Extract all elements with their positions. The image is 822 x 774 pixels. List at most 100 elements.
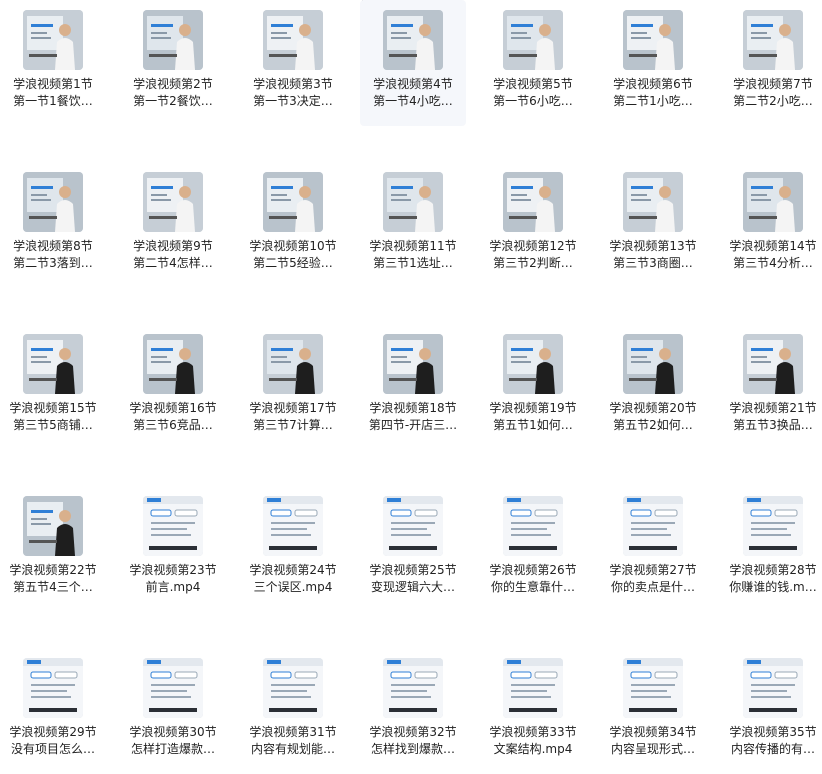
file-name-line2: 第一节4小吃… (373, 94, 453, 108)
lecture-video-thumbnail (263, 10, 323, 70)
slide-thumbnail (743, 496, 803, 556)
file-name: 学浪视频第27节 你的卖点是什… (600, 562, 706, 596)
file-name: 学浪视频第17节 第三节7计算… (240, 400, 346, 434)
file-name-line2: 第三节7计算… (253, 418, 333, 432)
video-file-item[interactable]: 学浪视频第2节 第一节2餐饮… (120, 0, 226, 126)
file-name: 学浪视频第14节 第三节4分析… (720, 238, 822, 272)
video-file-item[interactable]: 学浪视频第10节 第二节5经验… (240, 162, 346, 288)
file-name: 学浪视频第24节 三个误区.mp4 (240, 562, 346, 596)
file-name-line1: 学浪视频第8节 (13, 239, 93, 253)
video-file-item[interactable]: 学浪视频第19节 第五节1如何… (480, 324, 586, 450)
file-name-line1: 学浪视频第31节 (249, 725, 337, 739)
file-name-line1: 学浪视频第10节 (249, 239, 337, 253)
video-file-item[interactable]: 学浪视频第4节 第一节4小吃… (360, 0, 466, 126)
lecture-video-thumbnail (383, 10, 443, 70)
video-file-item[interactable]: 学浪视频第13节 第三节3商圈… (600, 162, 706, 288)
file-name: 学浪视频第29节 没有项目怎么… (0, 724, 106, 758)
file-name-line1: 学浪视频第29节 (9, 725, 97, 739)
file-name-line1: 学浪视频第20节 (609, 401, 697, 415)
slide-thumbnail (503, 658, 563, 718)
video-file-item[interactable]: 学浪视频第15节 第三节5商铺… (0, 324, 106, 450)
slide-thumbnail (743, 658, 803, 718)
file-name: 学浪视频第21节 第五节3换品… (720, 400, 822, 434)
slide-thumbnail (383, 658, 443, 718)
file-name-line2: 内容传播的有… (730, 742, 815, 756)
slide-thumbnail (263, 496, 323, 556)
video-file-item[interactable]: 学浪视频第26节 你的生意靠什… (480, 486, 586, 612)
video-file-item[interactable]: 学浪视频第21节 第五节3换品… (720, 324, 822, 450)
file-name-line1: 学浪视频第2节 (133, 77, 213, 91)
video-file-item[interactable]: 学浪视频第20节 第五节2如何… (600, 324, 706, 450)
video-file-item[interactable]: 学浪视频第27节 你的卖点是什… (600, 486, 706, 612)
file-name: 学浪视频第10节 第二节5经验… (240, 238, 346, 272)
lecture-video-thumbnail (503, 172, 563, 232)
video-file-item[interactable]: 学浪视频第31节 内容有规划能… (240, 648, 346, 774)
file-name-line2: 第三节5商铺… (13, 418, 93, 432)
video-file-item[interactable]: 学浪视频第23节 前言.mp4 (120, 486, 226, 612)
file-name-line1: 学浪视频第22节 (9, 563, 97, 577)
file-name-line1: 学浪视频第4节 (373, 77, 453, 91)
slide-thumbnail (383, 496, 443, 556)
video-file-item[interactable]: 学浪视频第12节 第三节2判断… (480, 162, 586, 288)
video-file-item[interactable]: 学浪视频第22节 第五节4三个… (0, 486, 106, 612)
video-file-item[interactable]: 学浪视频第14节 第三节4分析… (720, 162, 822, 288)
video-file-item[interactable]: 学浪视频第17节 第三节7计算… (240, 324, 346, 450)
video-file-item[interactable]: 学浪视频第29节 没有项目怎么… (0, 648, 106, 774)
file-name-line1: 学浪视频第16节 (129, 401, 217, 415)
video-file-item[interactable]: 学浪视频第32节 怎样找到爆款… (360, 648, 466, 774)
file-name-line2: 你的生意靠什… (490, 580, 575, 594)
video-file-item[interactable]: 学浪视频第18节 第四节-开店三… (360, 324, 466, 450)
file-name-line2: 第二节2小吃… (733, 94, 813, 108)
lecture-video-thumbnail (23, 10, 83, 70)
file-name-line1: 学浪视频第33节 (489, 725, 577, 739)
file-name-line1: 学浪视频第1节 (13, 77, 93, 91)
file-name-line1: 学浪视频第17节 (249, 401, 337, 415)
file-name-line2: 第二节5经验… (253, 256, 333, 270)
video-file-item[interactable]: 学浪视频第28节 你赚谁的钱.m… (720, 486, 822, 612)
file-name: 学浪视频第5节 第一节6小吃… (480, 76, 586, 110)
file-name-line2: 你赚谁的钱.m… (729, 580, 817, 594)
file-name-line2: 怎样打造爆款… (130, 742, 215, 756)
file-name-line2: 变现逻辑六大… (370, 580, 455, 594)
file-name-line1: 学浪视频第6节 (613, 77, 693, 91)
video-file-item[interactable]: 学浪视频第33节 文案结构.mp4 (480, 648, 586, 774)
video-file-item[interactable]: 学浪视频第24节 三个误区.mp4 (240, 486, 346, 612)
file-name: 学浪视频第11节 第三节1选址… (360, 238, 466, 272)
video-file-item[interactable]: 学浪视频第25节 变现逻辑六大… (360, 486, 466, 612)
file-name-line2: 第二节3落到… (13, 256, 93, 270)
video-file-item[interactable]: 学浪视频第5节 第一节6小吃… (480, 0, 586, 126)
video-file-item[interactable]: 学浪视频第9节 第二节4怎样… (120, 162, 226, 288)
lecture-video-thumbnail (503, 334, 563, 394)
lecture-video-thumbnail (623, 172, 683, 232)
slide-thumbnail (503, 496, 563, 556)
video-file-item[interactable]: 学浪视频第34节 内容呈现形式… (600, 648, 706, 774)
file-name-line2: 第三节2判断… (493, 256, 573, 270)
file-name-line1: 学浪视频第15节 (9, 401, 97, 415)
file-name: 学浪视频第23节 前言.mp4 (120, 562, 226, 596)
video-file-item[interactable]: 学浪视频第7节 第二节2小吃… (720, 0, 822, 126)
file-name-line2: 第四节-开店三… (368, 418, 458, 432)
file-name: 学浪视频第3节 第一节3决定… (240, 76, 346, 110)
file-name-line2: 第五节2如何… (613, 418, 693, 432)
file-name: 学浪视频第31节 内容有规划能… (240, 724, 346, 758)
file-name-line1: 学浪视频第13节 (609, 239, 697, 253)
file-name-line2: 第五节3换品… (733, 418, 813, 432)
video-file-item[interactable]: 学浪视频第35节 内容传播的有… (720, 648, 822, 774)
file-name: 学浪视频第4节 第一节4小吃… (360, 76, 466, 110)
video-file-item[interactable]: 学浪视频第1节 第一节1餐饮… (0, 0, 106, 126)
lecture-video-thumbnail (383, 172, 443, 232)
file-name: 学浪视频第22节 第五节4三个… (0, 562, 106, 596)
file-name: 学浪视频第19节 第五节1如何… (480, 400, 586, 434)
file-name-line1: 学浪视频第9节 (133, 239, 213, 253)
video-file-item[interactable]: 学浪视频第8节 第二节3落到… (0, 162, 106, 288)
video-file-item[interactable]: 学浪视频第30节 怎样打造爆款… (120, 648, 226, 774)
lecture-video-thumbnail (23, 172, 83, 232)
video-file-item[interactable]: 学浪视频第6节 第二节1小吃… (600, 0, 706, 126)
file-name-line2: 三个误区.mp4 (253, 580, 333, 594)
video-file-item[interactable]: 学浪视频第3节 第一节3决定… (240, 0, 346, 126)
video-file-item[interactable]: 学浪视频第16节 第三节6竞品… (120, 324, 226, 450)
slide-thumbnail (623, 496, 683, 556)
video-file-item[interactable]: 学浪视频第11节 第三节1选址… (360, 162, 466, 288)
file-name-line2: 第五节4三个… (13, 580, 93, 594)
file-name-line1: 学浪视频第12节 (489, 239, 577, 253)
